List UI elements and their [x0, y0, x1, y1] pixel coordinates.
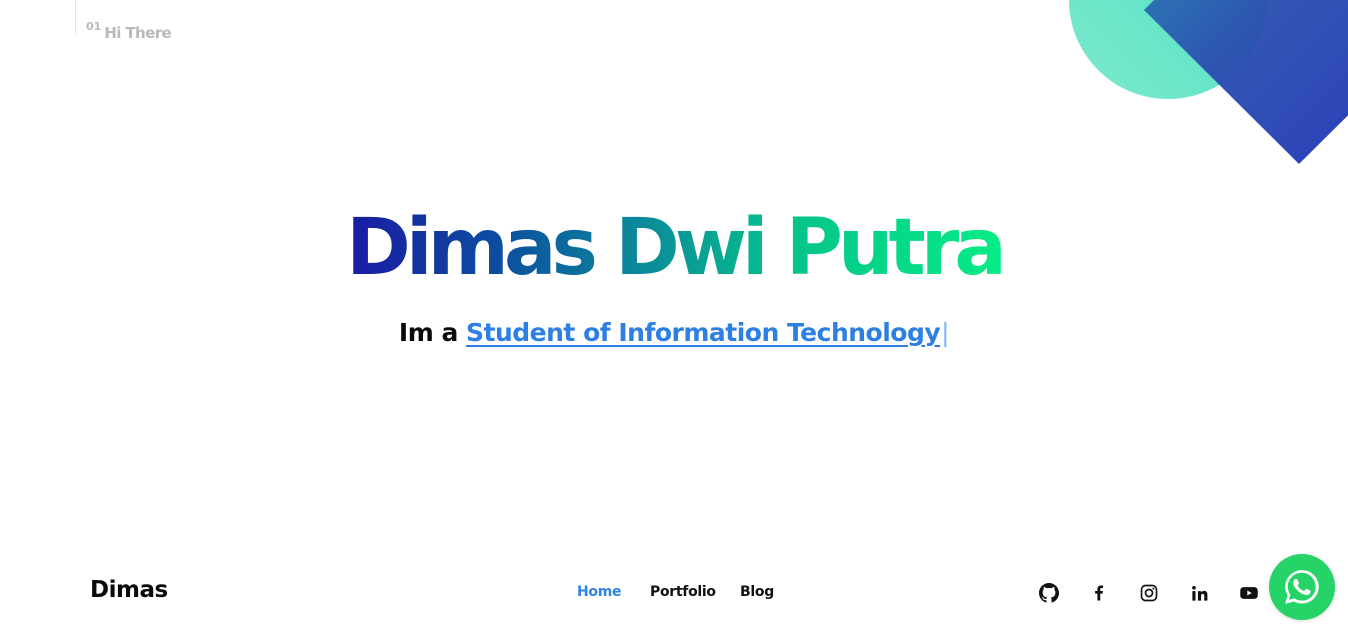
main-nav: Home Portfolio Blog [577, 584, 774, 600]
page: 01 Hi There Dimas Dwi Putra Im a Student … [0, 0, 1348, 630]
role-link[interactable]: Student of Information Technology [466, 318, 941, 347]
instagram-icon[interactable] [1138, 582, 1160, 604]
nav-blog[interactable]: Blog [740, 584, 774, 600]
facebook-icon[interactable] [1088, 582, 1110, 604]
typing-cursor: | [941, 318, 950, 347]
section-title: Hi There [104, 24, 172, 42]
nav-portfolio[interactable]: Portfolio [650, 584, 740, 600]
whatsapp-icon [1285, 570, 1319, 604]
youtube-icon[interactable] [1238, 582, 1260, 604]
decorative-shapes [1069, 0, 1348, 164]
section-number: 01 [86, 20, 102, 33]
intro-prefix: Im a [398, 318, 467, 347]
social-links [1038, 582, 1260, 604]
nav-home[interactable]: Home [577, 584, 650, 600]
hero-name-text: Dimas Dwi Putra [346, 203, 1007, 293]
github-icon[interactable] [1038, 582, 1060, 604]
hero-subtitle: Im a Student of Information Technology| [0, 318, 1348, 347]
linkedin-icon[interactable] [1188, 582, 1210, 604]
brand-logo[interactable]: Dimas [90, 577, 168, 603]
section-marker: 01 Hi There [75, 0, 172, 42]
hero-name: Dimas Dwi Putra [0, 200, 1348, 296]
whatsapp-button[interactable] [1269, 554, 1335, 620]
